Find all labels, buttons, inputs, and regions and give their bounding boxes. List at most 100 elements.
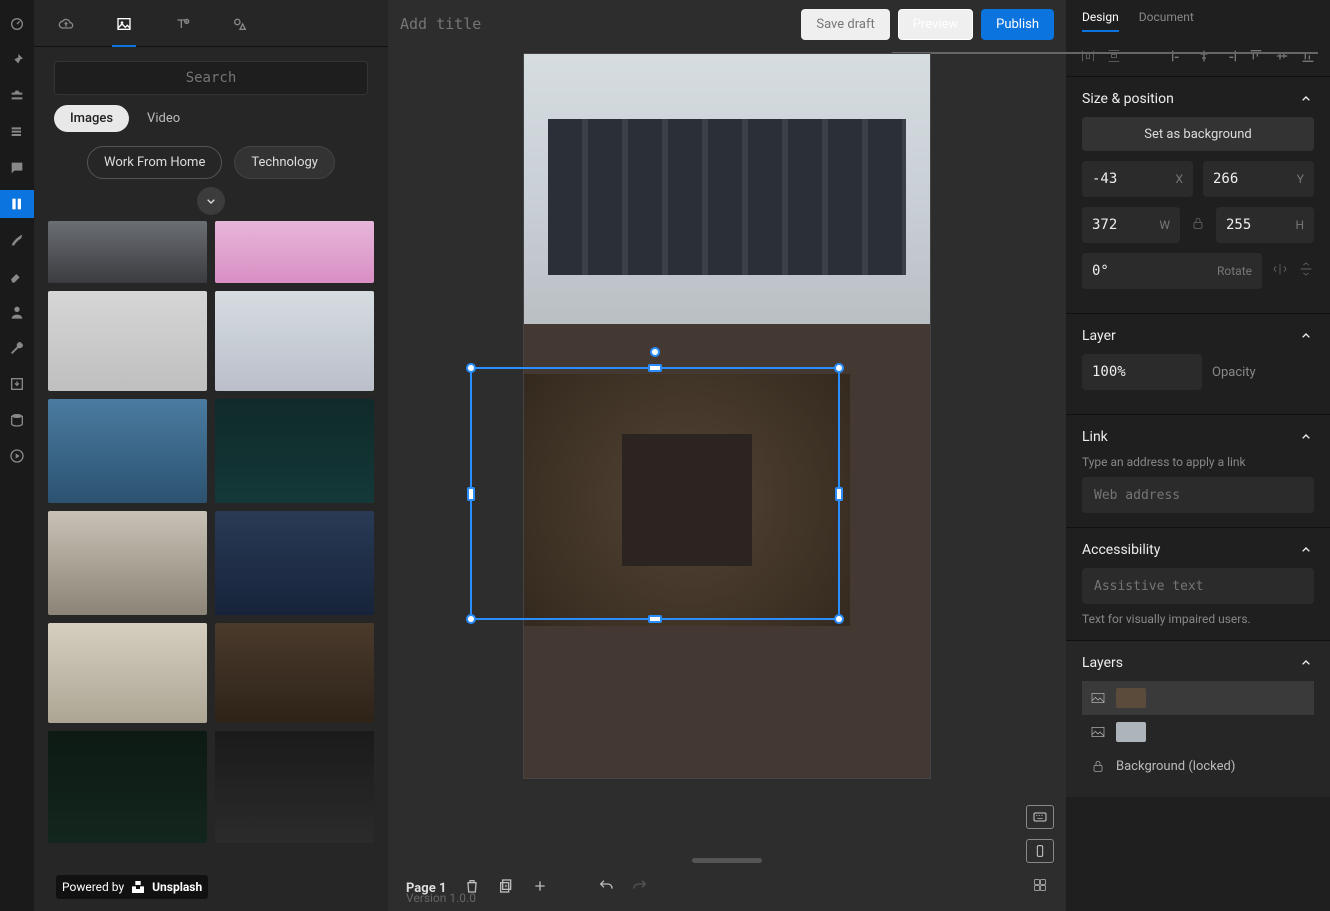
- flip-h-icon[interactable]: [1272, 261, 1288, 281]
- w-input[interactable]: [1092, 217, 1146, 233]
- canvas-area: Save draft Preview Publish Page 1: [388, 0, 1066, 911]
- grid-view-icon[interactable]: [1026, 873, 1054, 897]
- rail-play-icon[interactable]: [0, 442, 34, 470]
- set-background-button[interactable]: Set as background: [1082, 117, 1314, 151]
- add-page-icon[interactable]: [532, 878, 548, 898]
- section-accessibility: Accessibility Text for visually impaired…: [1066, 527, 1330, 640]
- layer-item-locked[interactable]: Background (locked): [1082, 749, 1314, 783]
- opacity-input[interactable]: [1092, 364, 1146, 380]
- section-layers-toggle[interactable]: Layers: [1082, 655, 1314, 671]
- assistive-text-input[interactable]: [1082, 568, 1314, 604]
- canvas-image-top[interactable]: [524, 54, 930, 324]
- unsplash-icon: [130, 879, 146, 895]
- link-hint: Type an address to apply a link: [1082, 455, 1314, 469]
- align-left-icon[interactable]: [1170, 48, 1186, 68]
- rail-pin-icon[interactable]: [0, 46, 34, 74]
- rail-eraser-icon[interactable]: [0, 262, 34, 290]
- gallery-thumb[interactable]: [48, 511, 207, 615]
- align-top-icon[interactable]: [1248, 48, 1264, 68]
- align-middle-icon[interactable]: [1274, 48, 1290, 68]
- title-input[interactable]: [400, 15, 793, 33]
- image-tab-icon[interactable]: [112, 8, 136, 46]
- layer-thumb: [1116, 722, 1146, 742]
- gallery-thumb[interactable]: [215, 511, 374, 615]
- lock-aspect-icon[interactable]: [1190, 215, 1206, 235]
- keyboard-view-icon[interactable]: [1026, 805, 1054, 829]
- dist-v-icon[interactable]: [1106, 48, 1122, 68]
- page-bar: Page 1: [388, 865, 1066, 911]
- align-right-icon[interactable]: [1222, 48, 1238, 68]
- shapes-tab-icon[interactable]: [228, 8, 252, 46]
- gallery-thumb[interactable]: [215, 399, 374, 503]
- section-size-toggle[interactable]: Size & position: [1082, 91, 1314, 107]
- duplicate-page-icon[interactable]: [498, 878, 514, 898]
- section-size-position: Size & position Set as background X Y W …: [1066, 76, 1330, 313]
- inspector-panel: Design Document Size & position Set as b…: [1066, 0, 1330, 911]
- y-input[interactable]: [1213, 171, 1267, 187]
- section-layers: Layers Background (locked): [1066, 640, 1330, 797]
- gallery-thumb[interactable]: [48, 399, 207, 503]
- h-input[interactable]: [1226, 217, 1280, 233]
- text-tab-icon[interactable]: [170, 8, 194, 46]
- tab-design[interactable]: Design: [1082, 10, 1119, 32]
- version-label: Version 1.0.0: [406, 891, 476, 905]
- publish-button[interactable]: Publish: [981, 9, 1054, 40]
- rail-layers-icon[interactable]: [0, 118, 34, 146]
- mobile-view-icon[interactable]: [1026, 839, 1054, 863]
- seg-video[interactable]: Video: [147, 111, 180, 126]
- layer-item[interactable]: [1082, 681, 1314, 715]
- asset-search-input[interactable]: [54, 61, 368, 95]
- gallery-thumb[interactable]: [48, 731, 207, 843]
- x-input[interactable]: [1092, 171, 1146, 187]
- rail-database-icon[interactable]: [0, 406, 34, 434]
- selection-box[interactable]: [470, 367, 840, 620]
- zoom-scrollbar[interactable]: [692, 858, 762, 863]
- asset-credit: Powered by Unsplash: [56, 875, 208, 899]
- link-input[interactable]: [1082, 477, 1314, 513]
- chevron-up-icon: [1298, 429, 1314, 445]
- gallery-thumb[interactable]: [215, 731, 374, 843]
- document-topbar: Save draft Preview Publish: [388, 0, 1066, 48]
- section-layer: Layer Opacity: [1066, 313, 1330, 414]
- seg-images[interactable]: Images: [54, 105, 129, 132]
- gallery-thumb[interactable]: [48, 291, 207, 391]
- canvas-stage[interactable]: [388, 48, 1066, 865]
- chip-technology[interactable]: Technology: [234, 146, 335, 179]
- save-draft-button[interactable]: Save draft: [801, 9, 889, 40]
- section-layer-toggle[interactable]: Layer: [1082, 328, 1314, 344]
- rail-wrench-icon[interactable]: [0, 334, 34, 362]
- redo-icon[interactable]: [632, 878, 648, 898]
- dist-h-icon[interactable]: [1080, 48, 1096, 68]
- rail-import-icon[interactable]: [0, 370, 34, 398]
- flip-v-icon[interactable]: [1298, 261, 1314, 281]
- rail-brush-icon[interactable]: [0, 226, 34, 254]
- expand-chips-icon[interactable]: [197, 187, 225, 215]
- layer-thumb: [1116, 688, 1146, 708]
- layer-item[interactable]: [1082, 715, 1314, 749]
- tab-document[interactable]: Document: [1139, 10, 1194, 32]
- section-a11y-toggle[interactable]: Accessibility: [1082, 542, 1314, 558]
- tool-rail: [0, 0, 34, 911]
- gallery-thumb[interactable]: [48, 623, 207, 723]
- undo-icon[interactable]: [598, 878, 614, 898]
- section-link-toggle[interactable]: Link: [1082, 429, 1314, 445]
- rail-settings-icon[interactable]: [0, 82, 34, 110]
- image-icon: [1090, 690, 1106, 706]
- rail-user-icon[interactable]: [0, 298, 34, 326]
- chevron-up-icon: [1298, 328, 1314, 344]
- gallery-thumb[interactable]: [215, 623, 374, 723]
- gallery-thumb[interactable]: [215, 221, 374, 283]
- upload-tab-icon[interactable]: [54, 8, 78, 46]
- rail-dashboard-icon[interactable]: [0, 10, 34, 38]
- align-center-h-icon[interactable]: [1196, 48, 1212, 68]
- view-switcher: [1026, 805, 1054, 897]
- align-bottom-icon[interactable]: [1300, 48, 1316, 68]
- gallery-thumb[interactable]: [215, 291, 374, 391]
- preview-button[interactable]: Preview: [898, 9, 973, 40]
- chevron-up-icon: [1298, 542, 1314, 558]
- chip-wfh[interactable]: Work From Home: [87, 146, 222, 179]
- gallery-thumb[interactable]: [48, 221, 207, 283]
- rotate-input[interactable]: [1092, 263, 1146, 279]
- rail-library-icon[interactable]: [0, 190, 34, 218]
- rail-chat-icon[interactable]: [0, 154, 34, 182]
